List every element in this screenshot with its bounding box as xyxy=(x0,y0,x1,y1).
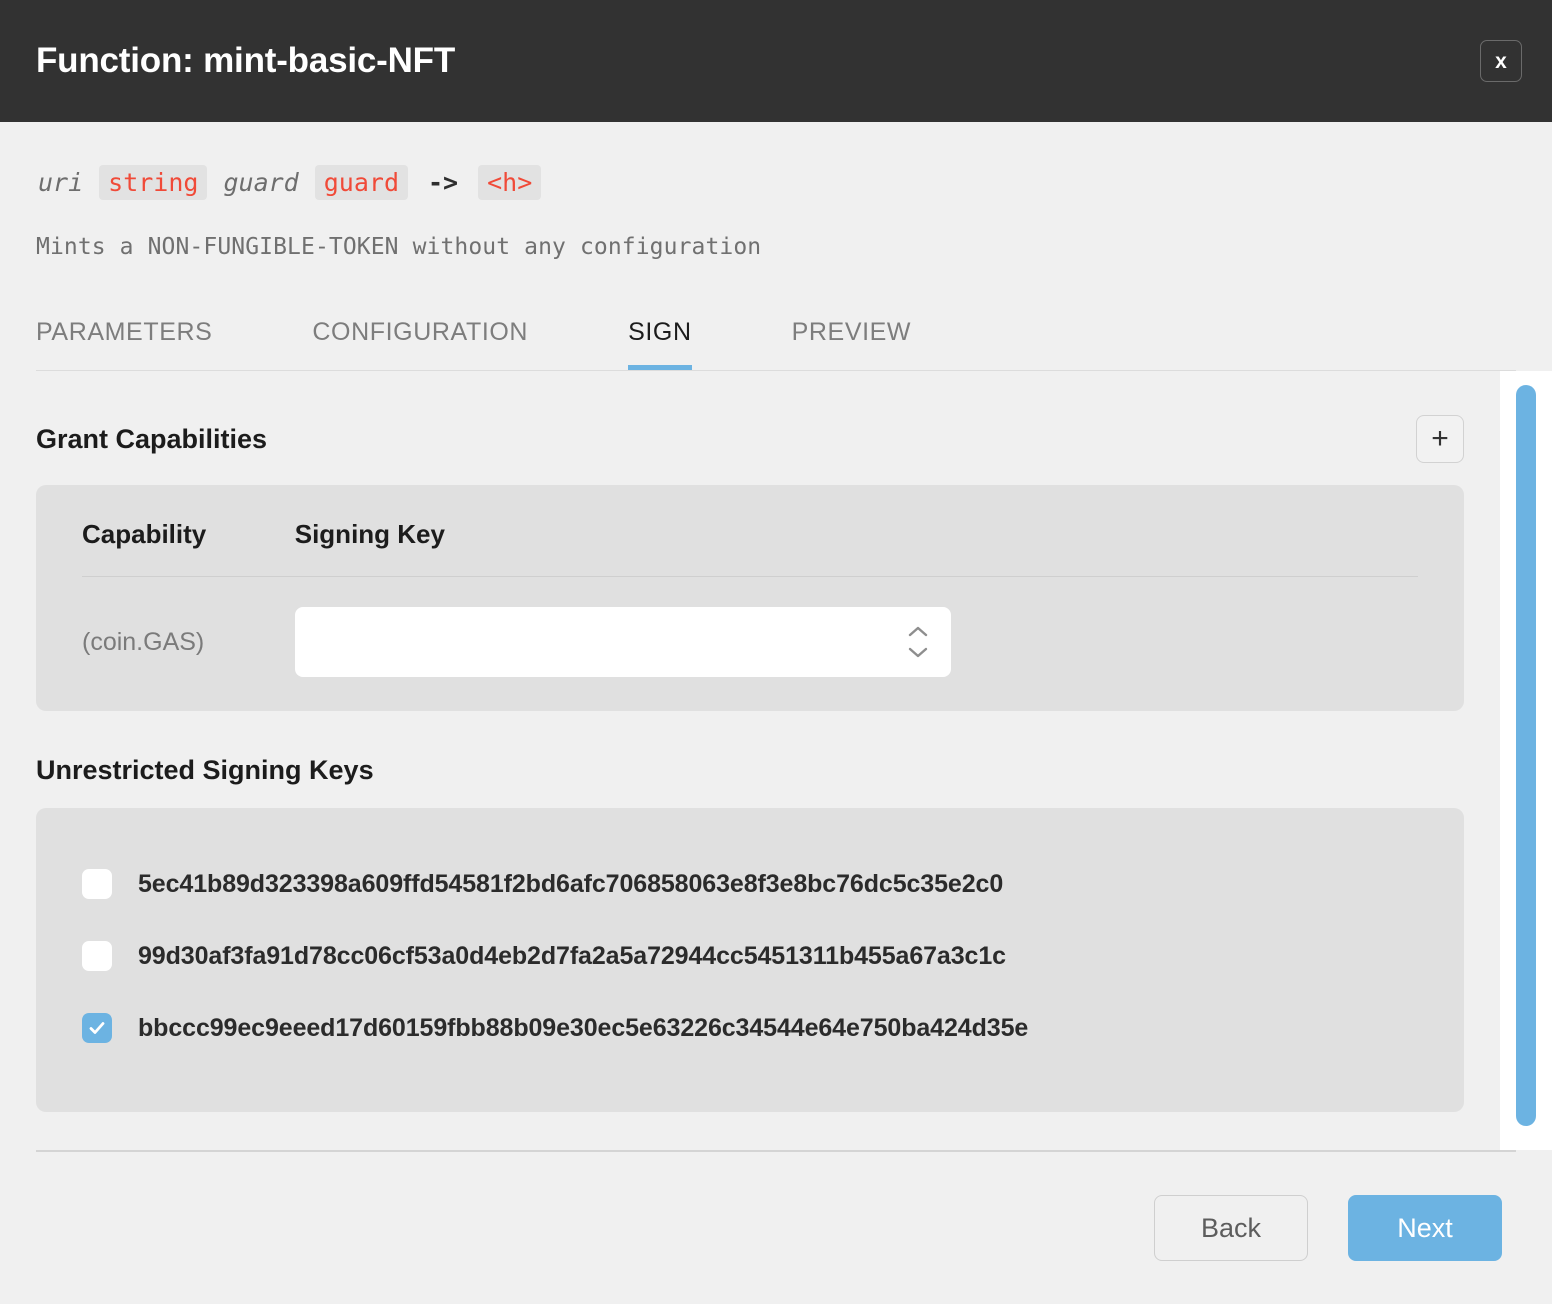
capabilities-panel: Capability Signing Key (coin.GAS) xyxy=(36,485,1464,711)
function-signature: uri string guard guard -> <h> xyxy=(36,162,1516,202)
next-button[interactable]: Next xyxy=(1348,1195,1502,1261)
param-type-guard: guard xyxy=(314,164,408,200)
list-item[interactable]: bbccc99ec9eeed17d60159fbb88b09e30ec5e632… xyxy=(82,992,1418,1064)
capability-value: (coin.GAS) xyxy=(82,627,205,656)
dialog-titlebar: Function: mint-basic-NFT x xyxy=(0,0,1552,122)
scrollbar-thumb[interactable] xyxy=(1516,385,1536,1126)
list-item[interactable]: 5ec41b89d323398a609ffd54581f2bd6afc70685… xyxy=(82,848,1418,920)
key-value: 5ec41b89d323398a609ffd54581f2bd6afc70685… xyxy=(138,869,1004,898)
key-checkbox[interactable] xyxy=(82,941,112,971)
tab-parameters[interactable]: PARAMETERS xyxy=(36,318,212,370)
dialog-footer: Back Next xyxy=(0,1152,1552,1304)
column-header-signing-key: Signing Key xyxy=(294,485,1418,577)
param-type-uri: string xyxy=(99,164,208,200)
key-value: 99d30af3fa91d78cc06cf53a0d4eb2d7fa2a5a72… xyxy=(138,941,1006,970)
function-description: Mints a NON-FUNGIBLE-TOKEN without any c… xyxy=(36,234,762,260)
unrestricted-keys-panel: 5ec41b89d323398a609ffd54581f2bd6afc70685… xyxy=(36,808,1464,1112)
signing-key-cell xyxy=(294,577,1418,712)
close-icon[interactable]: x xyxy=(1480,40,1522,82)
unrestricted-keys-header: Unrestricted Signing Keys xyxy=(36,755,1464,786)
column-header-capability: Capability xyxy=(82,485,295,577)
function-signature-area: uri string guard guard -> <h> Mints a NO… xyxy=(0,122,1552,260)
arrow-glyph: -> xyxy=(428,167,459,197)
tab-sign[interactable]: SIGN xyxy=(628,318,692,370)
back-button[interactable]: Back xyxy=(1154,1195,1308,1261)
tab-configuration[interactable]: CONFIGURATION xyxy=(312,318,528,370)
tab-bar: PARAMETERS CONFIGURATION SIGN PREVIEW xyxy=(0,318,1552,370)
page-title: Function: mint-basic-NFT xyxy=(36,41,456,80)
return-type: <h> xyxy=(478,164,542,200)
chevron-up-down-icon xyxy=(907,625,929,659)
signing-key-select[interactable] xyxy=(294,607,951,677)
table-header-row: Capability Signing Key xyxy=(82,485,1418,577)
grant-capabilities-header: Grant Capabilities + xyxy=(36,415,1464,463)
tab-preview[interactable]: PREVIEW xyxy=(792,318,912,370)
key-value: bbccc99ec9eeed17d60159fbb88b09e30ec5e632… xyxy=(138,1013,1029,1042)
scrollbar-track[interactable] xyxy=(1500,371,1552,1150)
table-row: (coin.GAS) xyxy=(82,577,1418,712)
grant-capabilities-title: Grant Capabilities xyxy=(36,423,268,454)
key-checkbox[interactable] xyxy=(82,1013,112,1043)
function-dialog: Function: mint-basic-NFT x uri string gu… xyxy=(0,0,1552,1304)
capabilities-table: Capability Signing Key (coin.GAS) xyxy=(82,485,1418,711)
param-name-uri: uri xyxy=(38,167,84,197)
key-checkbox[interactable] xyxy=(82,869,112,899)
sign-tab-content: Grant Capabilities + Capability Signing … xyxy=(0,371,1500,1150)
unrestricted-keys-title: Unrestricted Signing Keys xyxy=(36,755,374,785)
dialog-body: Grant Capabilities + Capability Signing … xyxy=(0,371,1552,1150)
capability-cell: (coin.GAS) xyxy=(82,577,295,712)
param-name-guard: guard xyxy=(223,167,299,197)
list-item[interactable]: 99d30af3fa91d78cc06cf53a0d4eb2d7fa2a5a72… xyxy=(82,920,1418,992)
plus-icon[interactable]: + xyxy=(1416,415,1464,463)
